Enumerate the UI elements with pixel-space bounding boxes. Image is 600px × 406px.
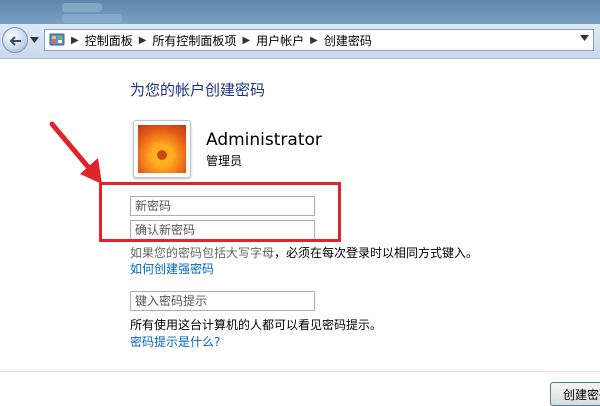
window-title-strip bbox=[0, 0, 600, 26]
password-case-note: 如果您的密码包括大写字母，必须在每次登录时以相同方式键入。 bbox=[130, 244, 478, 261]
breadcrumb-separator[interactable]: ▶ bbox=[71, 35, 79, 46]
blurred-title-text bbox=[62, 3, 102, 12]
user-role: 管理员 bbox=[206, 154, 243, 168]
breadcrumb-separator[interactable]: ▶ bbox=[139, 35, 147, 46]
breadcrumb-user-accounts[interactable]: 用户帐户 bbox=[256, 32, 304, 49]
breadcrumb-separator[interactable]: ▶ bbox=[310, 35, 318, 46]
avatar bbox=[133, 120, 191, 178]
breadcrumb-control-panel[interactable]: 控制面板 bbox=[85, 32, 133, 49]
strong-password-link[interactable]: 如何创建强密码 bbox=[130, 260, 214, 277]
user-avatar-flower bbox=[138, 125, 186, 173]
breadcrumb-all-items[interactable]: 所有控制面板项 bbox=[152, 32, 236, 49]
note-obscured-part: 如果您的密码包括大写字母 bbox=[130, 246, 275, 260]
divider bbox=[0, 371, 600, 372]
blurred-title-text bbox=[62, 14, 122, 23]
chevron-down-icon[interactable] bbox=[580, 35, 589, 41]
annotation-highlight-box bbox=[99, 182, 341, 242]
user-name: Administrator bbox=[206, 130, 322, 150]
recent-pages-dropdown-icon[interactable] bbox=[30, 37, 39, 43]
back-arrow-icon bbox=[9, 36, 21, 46]
control-panel-icon bbox=[49, 32, 65, 48]
back-button[interactable] bbox=[2, 27, 28, 53]
hint-help-link[interactable]: 密码提示是什么? bbox=[130, 333, 220, 350]
password-hint-input[interactable] bbox=[130, 291, 315, 311]
breadcrumb-separator[interactable]: ▶ bbox=[242, 35, 250, 46]
address-bar[interactable]: ▶ 控制面板 ▶ 所有控制面板项 ▶ 用户帐户 ▶ 创建密码 bbox=[44, 29, 594, 51]
breadcrumb-create-password[interactable]: 创建密码 bbox=[324, 32, 372, 49]
page-title: 为您的帐户创建密码 bbox=[130, 81, 266, 99]
hint-note: 所有使用这台计算机的人都可以看见密码提示。 bbox=[130, 318, 383, 332]
navigation-bar: ▶ 控制面板 ▶ 所有控制面板项 ▶ 用户帐户 ▶ 创建密码 bbox=[0, 24, 600, 59]
annotation-arrow bbox=[49, 121, 102, 184]
note-visible-part: ，必须在每次登录时以相同方式键入。 bbox=[274, 246, 479, 260]
create-password-button[interactable]: 创建密码 bbox=[550, 382, 600, 406]
